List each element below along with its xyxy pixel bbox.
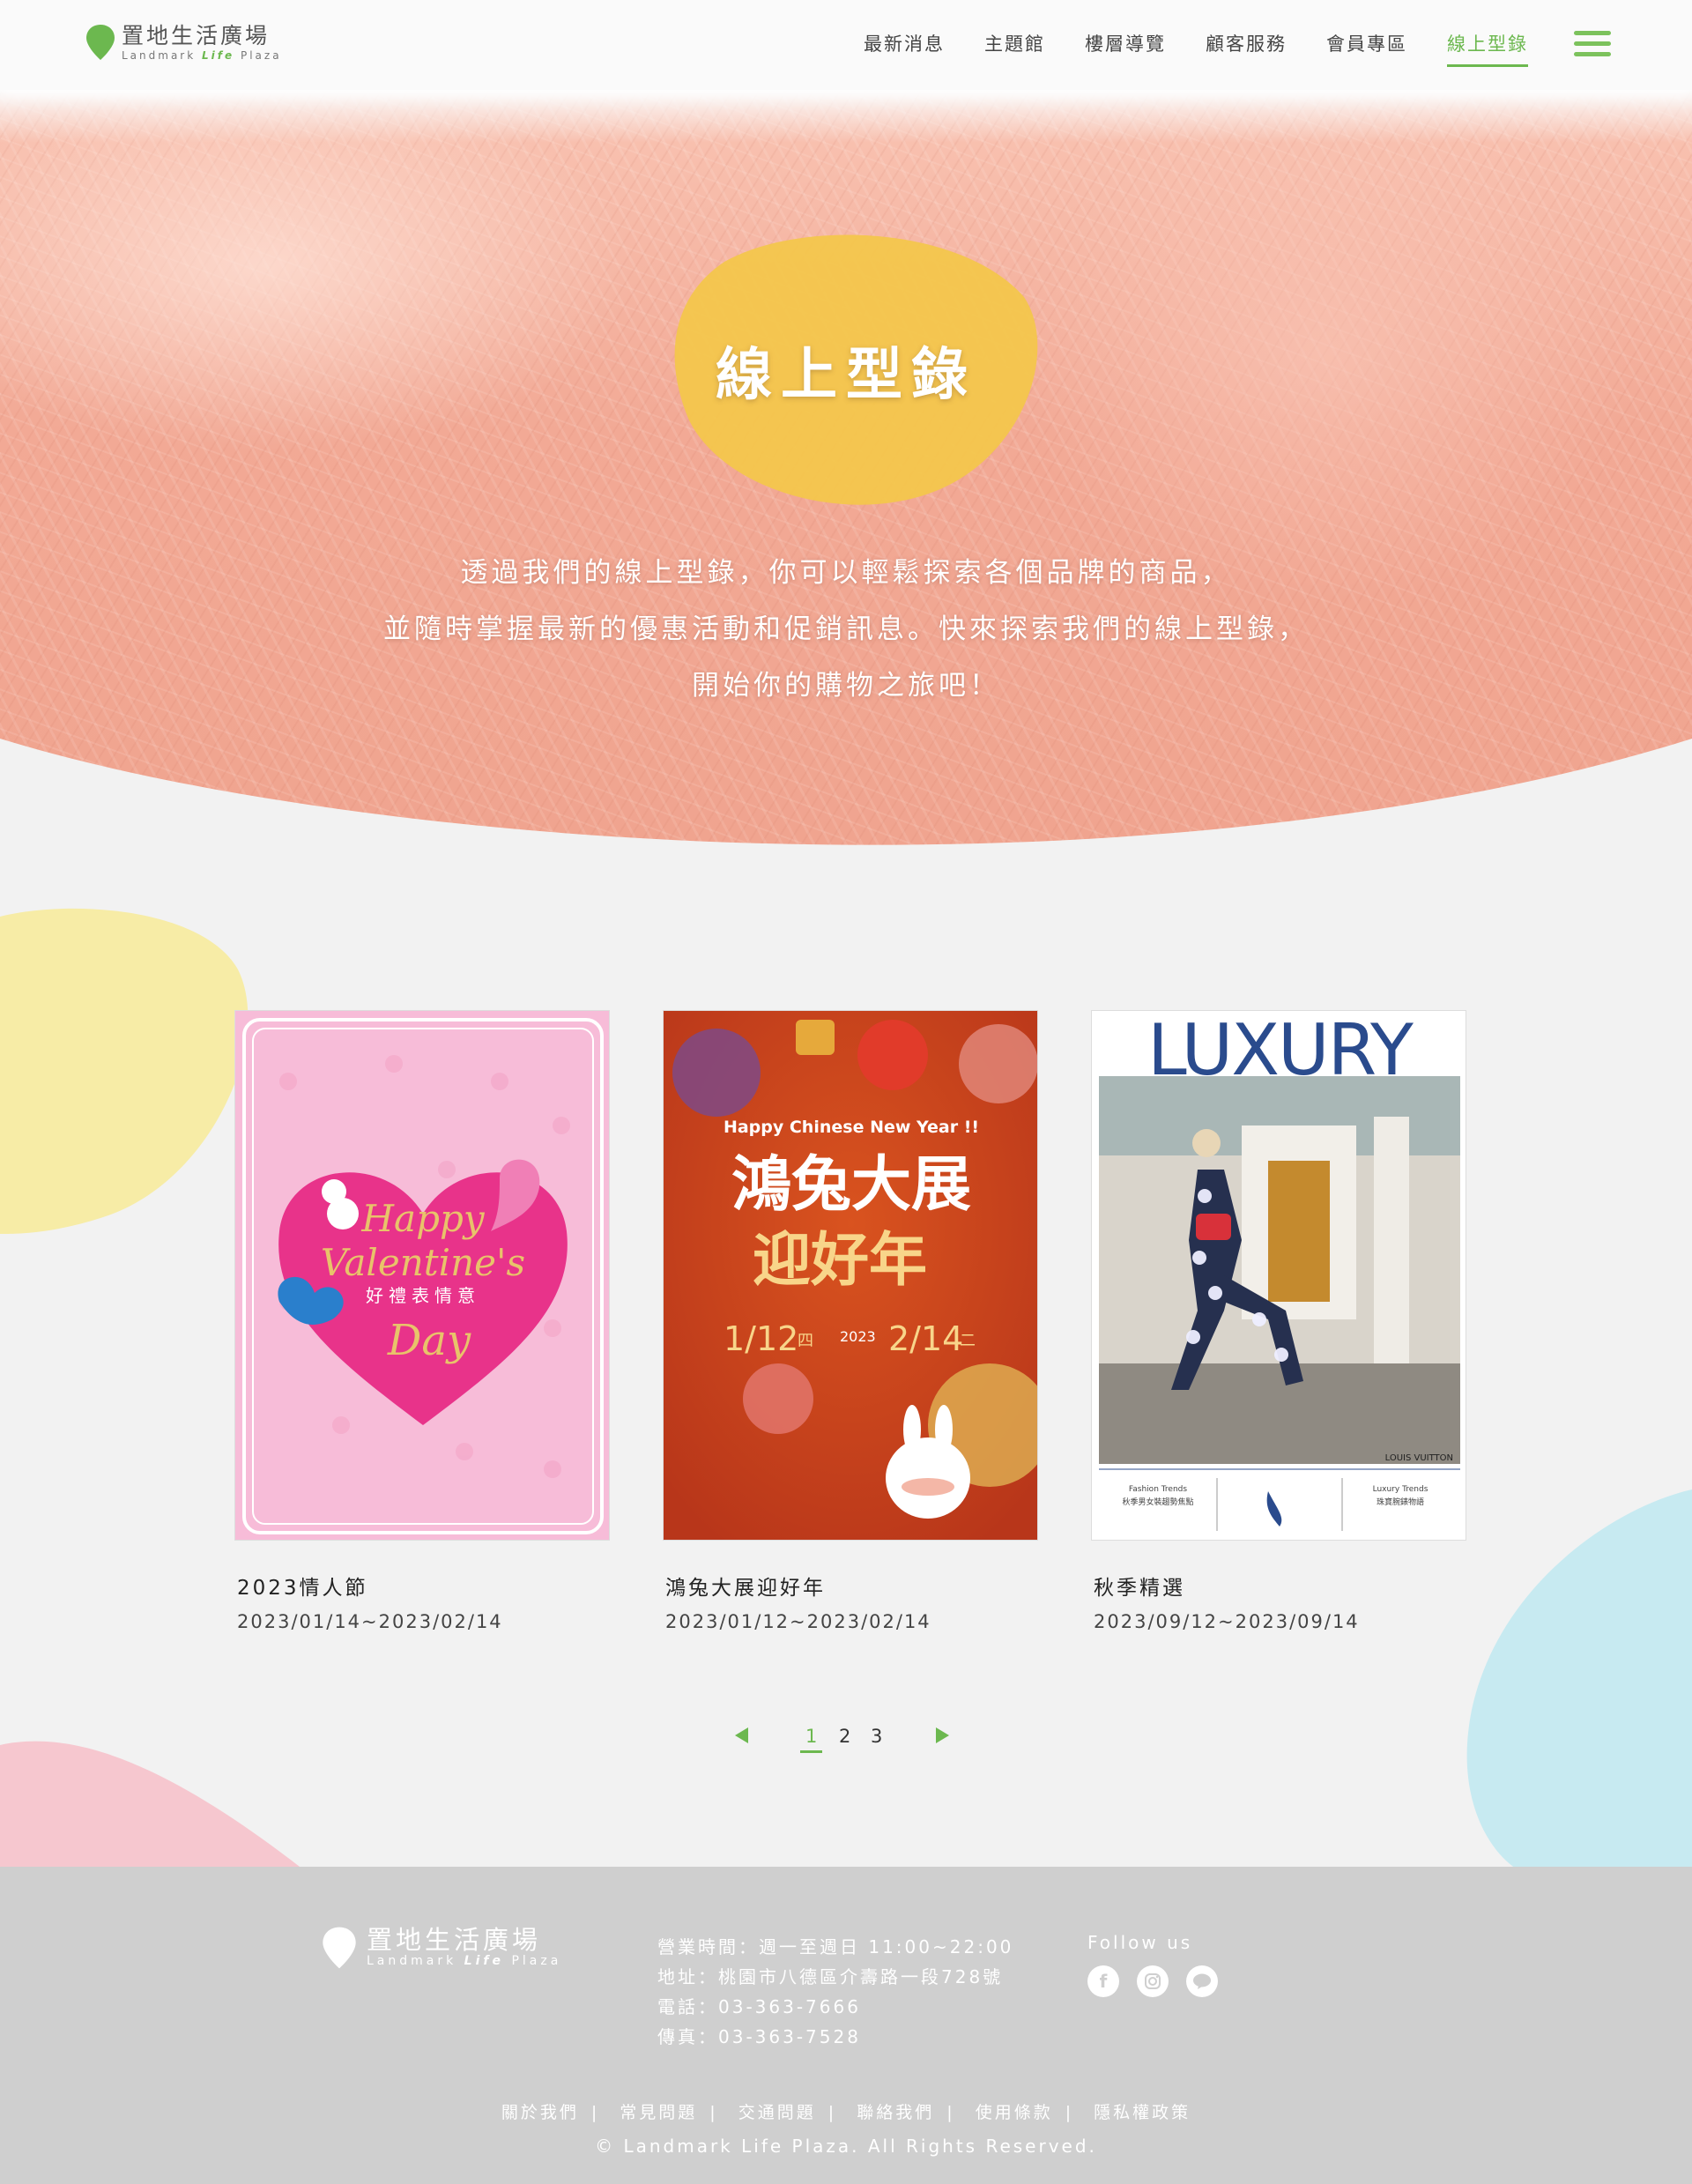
svg-text:四: 四 [798, 1332, 813, 1350]
page-2[interactable]: 2 [839, 1726, 850, 1750]
catalog-title[interactable]: 2023情人節 [234, 1571, 610, 1601]
svg-text:迎好年: 迎好年 [753, 1226, 927, 1294]
catalog-card[interactable]: LUXURY LOUIS VUITTON Fashion Trends 秋季男女… [1091, 1010, 1466, 1632]
phone[interactable]: 電話：03-363-7666 [657, 1992, 1013, 2022]
catalog-card[interactable]: Happy Chinese New Year !! 鴻兔大展 迎好年 1/12 … [663, 1010, 1038, 1632]
line-icon[interactable] [1186, 1965, 1218, 1997]
link-about[interactable]: 關於我們 [501, 2103, 579, 2122]
link-privacy[interactable]: 隱私權政策 [1094, 2103, 1191, 2122]
link-faq[interactable]: 常見問題 [620, 2103, 697, 2122]
catalog-title[interactable]: 鴻兔大展迎好年 [663, 1571, 1038, 1601]
page-title: 線上型錄 [716, 343, 976, 408]
svg-text:2023: 2023 [840, 1328, 876, 1345]
svg-text:二: 二 [960, 1332, 976, 1350]
next-page-icon[interactable] [936, 1727, 949, 1743]
svg-text:1/12: 1/12 [724, 1319, 798, 1358]
footer-contact-info: 營業時間：週一至週日 11:00~22:00 地址：桃園市八德區介壽路一段728… [657, 1932, 1013, 2052]
pagination: 1 2 3 [735, 1726, 964, 1761]
nav-item-news[interactable]: 最新消息 [864, 30, 945, 67]
copyright: © Landmark Life Plaza. All Rights Reserv… [595, 2136, 1097, 2157]
svg-text:珠寶腕錶物語: 珠寶腕錶物語 [1377, 1497, 1424, 1507]
nav-item-floor-guide[interactable]: 樓層導覽 [1085, 30, 1166, 67]
svg-text:Happy Chinese New Year !!: Happy Chinese New Year !! [724, 1118, 979, 1137]
menu-icon[interactable] [1574, 31, 1611, 59]
site-footer: 置地生活廣場 Landmark Life Plaza 營業時間：週一至週日 11… [0, 1867, 1692, 2184]
decor-blob-blue [1466, 1489, 1692, 1868]
link-contact[interactable]: 聯絡我們 [857, 2103, 934, 2122]
footer-logo[interactable]: 置地生活廣場 Landmark Life Plaza [321, 1925, 561, 1971]
svg-text:Luxury Trends: Luxury Trends [1373, 1485, 1429, 1494]
nav-item-customer-service[interactable]: 顧客服務 [1206, 30, 1287, 67]
site-logo[interactable]: 置地生活廣場 Landmark Life Plaza [85, 23, 282, 62]
follow-us-label: Follow us [1087, 1932, 1193, 1953]
location-pin-icon [323, 1927, 356, 1969]
catalog-cover-new-year[interactable]: Happy Chinese New Year !! 鴻兔大展 迎好年 1/12 … [663, 1010, 1038, 1541]
footer-logo-chinese-name: 置地生活廣場 [367, 1925, 542, 1955]
facebook-icon[interactable]: f [1087, 1965, 1119, 1997]
svg-text:好禮表情意: 好禮表情意 [366, 1285, 480, 1306]
page-3[interactable]: 3 [871, 1726, 882, 1750]
svg-text:Valentine's: Valentine's [321, 1241, 525, 1284]
link-terms[interactable]: 使用條款 [976, 2103, 1053, 2122]
social-links: f [1087, 1965, 1218, 1997]
nav-item-themes[interactable]: 主題館 [984, 30, 1045, 67]
fax: 傳真：03-363-7528 [657, 2026, 861, 2047]
svg-text:LUXURY: LUXURY [1147, 1011, 1414, 1091]
nav-item-members[interactable]: 會員專區 [1326, 30, 1407, 67]
svg-text:Fashion Trends: Fashion Trends [1129, 1485, 1187, 1494]
catalog-date: 2023/01/12~2023/02/14 [665, 1611, 931, 1632]
hero-banner: 線上型錄 透過我們的線上型錄，你可以輕鬆探索各個品牌的商品， 並隨時掌握最新的優… [0, 90, 1692, 848]
svg-text:2/14: 2/14 [888, 1319, 963, 1358]
svg-text:秋季男女裝趨勢焦點: 秋季男女裝趨勢焦點 [1122, 1497, 1193, 1507]
catalog-card[interactable]: Happy Valentine's 好禮表情意 Day 2023情人節 2023… [234, 1010, 610, 1632]
page-1[interactable]: 1 [800, 1726, 823, 1753]
location-pin-icon [86, 25, 115, 60]
catalog-grid: Happy Valentine's 好禮表情意 Day 2023情人節 2023… [234, 1010, 1468, 1632]
business-hours: 營業時間：週一至週日 11:00~22:00 [657, 1936, 1014, 1957]
site-header: 置地生活廣場 Landmark Life Plaza 最新消息 主題館 樓層導覽… [0, 0, 1692, 90]
instagram-icon[interactable] [1137, 1965, 1169, 1997]
prev-page-icon[interactable] [735, 1727, 748, 1743]
decor-blob-yellow [0, 908, 249, 1234]
svg-text:鴻兔大展: 鴻兔大展 [731, 1150, 971, 1220]
link-transport[interactable]: 交通問題 [738, 2103, 816, 2122]
catalog-date: 2023/01/14~2023/02/14 [237, 1611, 503, 1632]
svg-text:Happy: Happy [360, 1197, 485, 1240]
nav-item-catalog[interactable]: 線上型錄 [1447, 30, 1528, 67]
hero-description: 透過我們的線上型錄，你可以輕鬆探索各個品牌的商品， 並隨時掌握最新的優惠活動和促… [383, 557, 1309, 702]
decor-blob-pink [0, 1741, 300, 1867]
catalog-date: 2023/09/12~2023/09/14 [1094, 1611, 1360, 1632]
catalog-title[interactable]: 秋季精選 [1091, 1571, 1466, 1601]
catalog-cover-valentine[interactable]: Happy Valentine's 好禮表情意 Day [234, 1010, 610, 1541]
footer-logo-english-name: Landmark Life Plaza [367, 1954, 562, 1968]
svg-text:Day: Day [387, 1316, 471, 1365]
footer-links: 關於我們 | 常見問題 | 交通問題 | 聯絡我們 | 使用條款 | 隱私權政策 [501, 2103, 1191, 2122]
catalog-cover-autumn[interactable]: LUXURY LOUIS VUITTON Fashion Trends 秋季男女… [1091, 1010, 1466, 1541]
main-nav: 最新消息 主題館 樓層導覽 顧客服務 會員專區 線上型錄 [824, 30, 1528, 67]
svg-text:LOUIS VUITTON: LOUIS VUITTON [1385, 1453, 1453, 1463]
logo-chinese-name: 置地生活廣場 [122, 23, 271, 48]
address: 地址：桃園市八德區介壽路一段728號 [657, 1966, 1004, 1987]
logo-english-name: Landmark Life Plaza [122, 49, 282, 62]
